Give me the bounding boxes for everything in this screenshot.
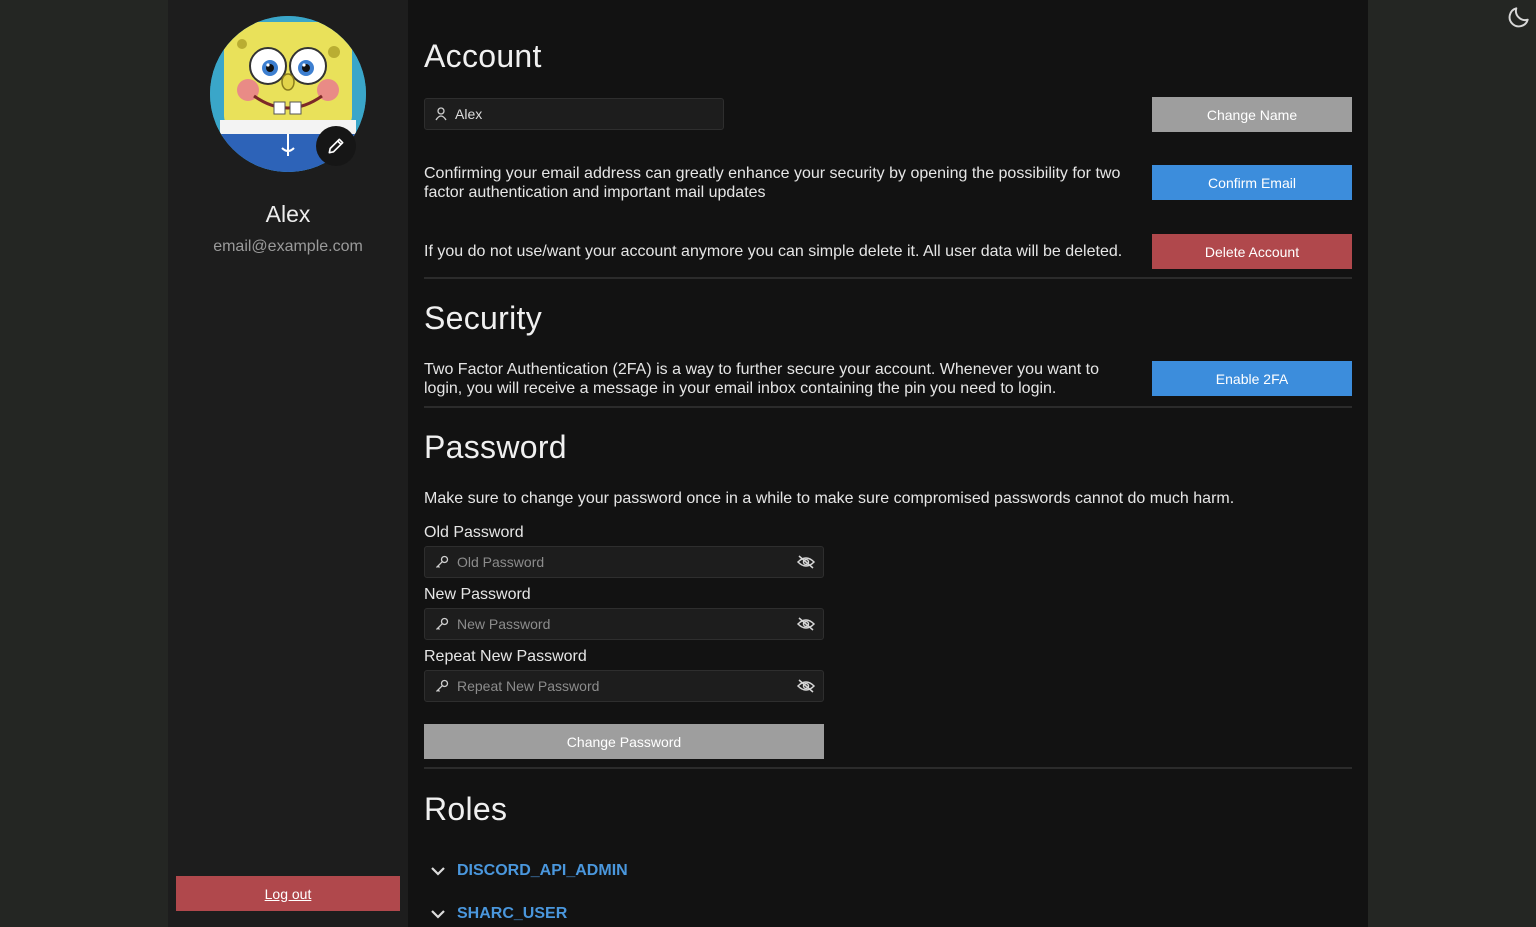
role-name: SHARC_USER — [457, 905, 568, 922]
pencil-icon — [328, 138, 344, 154]
role-name: DISCORD_API_ADMIN — [457, 862, 628, 879]
twofa-text: Two Factor Authentication (2FA) is a way… — [424, 361, 1099, 397]
old-password-label: Old Password — [424, 524, 524, 541]
role-item[interactable]: DISCORD_API_ADMIN — [424, 862, 628, 880]
roles-title: Roles — [424, 791, 508, 827]
delete-account-button[interactable]: Delete Account — [1152, 234, 1352, 269]
confirm-email-text: Confirming your email address can greatl… — [424, 165, 1121, 201]
change-password-button[interactable]: Change Password — [424, 724, 824, 759]
repeat-password-input[interactable] — [457, 671, 789, 701]
change-name-button[interactable]: Change Name — [1152, 97, 1352, 132]
key-icon — [436, 555, 449, 568]
profile-email: email@example.com — [213, 238, 363, 255]
toggle-visibility-eye-off-icon[interactable] — [789, 547, 823, 577]
password-description: Make sure to change your password once i… — [424, 490, 1235, 507]
security-title: Security — [424, 300, 542, 336]
enable-2fa-button[interactable]: Enable 2FA — [1152, 361, 1352, 396]
logout-button[interactable]: Log out — [176, 876, 400, 911]
key-icon — [436, 679, 449, 692]
toggle-visibility-eye-off-icon[interactable] — [789, 671, 823, 701]
repeat-password-field — [424, 670, 824, 702]
old-password-input[interactable] — [457, 547, 789, 577]
new-password-field — [424, 608, 824, 640]
new-password-label: New Password — [424, 586, 531, 603]
delete-account-text: If you do not use/want your account anym… — [424, 243, 1123, 260]
confirm-email-button[interactable]: Confirm Email — [1152, 165, 1352, 200]
role-item[interactable]: SHARC_USER — [424, 905, 567, 923]
name-field — [424, 98, 724, 130]
chevron-down-icon — [424, 866, 457, 876]
old-password-field — [424, 546, 824, 578]
profile-name: Alex — [265, 201, 311, 227]
settings-main: Account Change Name Confirming your emai… — [408, 0, 1368, 927]
key-icon — [436, 617, 449, 630]
account-title: Account — [424, 38, 542, 74]
chevron-down-icon — [424, 909, 457, 919]
dark-mode-toggle-icon[interactable] — [1506, 4, 1532, 30]
password-title: Password — [424, 429, 567, 465]
repeat-password-label: Repeat New Password — [424, 648, 587, 665]
new-password-input[interactable] — [457, 609, 789, 639]
toggle-visibility-eye-off-icon[interactable] — [789, 609, 823, 639]
profile-sidebar: Alex email@example.com Log out — [168, 0, 408, 927]
name-input[interactable] — [455, 99, 723, 129]
divider — [424, 767, 1352, 769]
user-icon — [435, 107, 447, 121]
edit-avatar-button[interactable] — [316, 126, 356, 166]
divider — [424, 406, 1352, 408]
divider — [424, 277, 1352, 279]
